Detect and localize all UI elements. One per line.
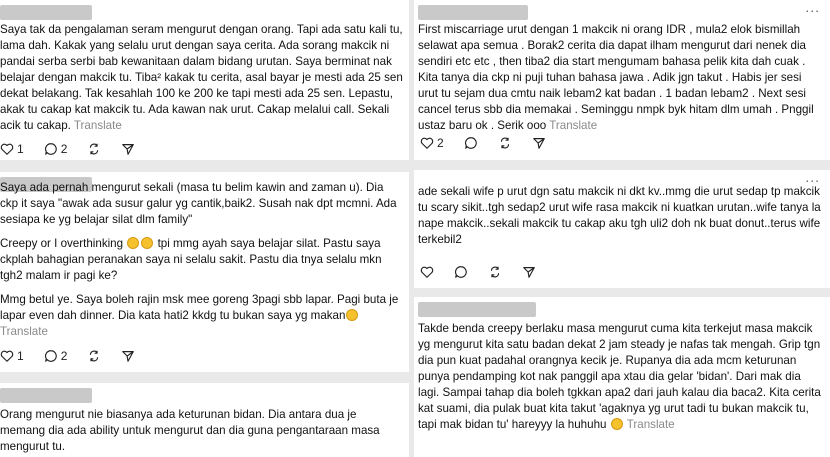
laughing-emoji-icon [346, 309, 359, 321]
comment-text: ade sekali wife p urut dgn satu makcik n… [418, 184, 822, 248]
comment-text: First miscarriage urut dengan 1 makcik n… [418, 22, 822, 134]
reply-count: 2 [60, 142, 68, 156]
repost-icon [500, 137, 509, 149]
comment-paragraph: Creepy or I overthinking tpi mmg ayah sa… [0, 237, 382, 282]
laughing-emoji-icon [610, 418, 623, 430]
repost-button[interactable] [498, 136, 512, 150]
repost-button[interactable] [488, 265, 502, 279]
comment-card: Orang mengurut nie biasanya ada keturuna… [0, 383, 409, 457]
comment-paragraph: Orang mengurut nie biasanya ada keturuna… [0, 408, 380, 453]
send-icon [523, 267, 535, 278]
like-button[interactable]: 1 [0, 142, 24, 156]
comment-paragraph: Saya ada pernah mengurut sekali (masa tu… [0, 181, 397, 226]
username-placeholder[interactable] [0, 5, 92, 20]
comment-card: Saya ada pernah mengurut sekali (masa tu… [0, 172, 409, 372]
reply-button[interactable]: 2 [44, 349, 68, 363]
translate-link[interactable]: Translate [549, 119, 597, 132]
username-placeholder[interactable] [0, 388, 92, 403]
reply-button[interactable] [454, 265, 468, 279]
translate-link[interactable]: Translate [627, 418, 675, 431]
share-button[interactable] [121, 349, 135, 363]
send-icon [532, 138, 545, 149]
comment-paragraph: First miscarriage urut dengan 1 makcik n… [418, 23, 814, 132]
comment-paragraph: ade sekali wife p urut dgn satu makcik n… [418, 185, 821, 246]
heart-icon [0, 143, 14, 155]
translate-link[interactable]: Translate [74, 119, 122, 132]
share-button[interactable] [121, 142, 135, 156]
comment-card: Saya tak da pengalaman seram mengurut de… [0, 0, 409, 160]
repost-icon [90, 143, 99, 155]
action-bar: 1 2 [0, 349, 155, 363]
comment-text: Saya tak da pengalaman seram mengurut de… [0, 22, 404, 134]
action-bar: 2 [420, 136, 566, 150]
comment-bubble-icon [44, 350, 57, 362]
repost-button[interactable] [87, 142, 101, 156]
dizzy-face-emoji-icon [127, 237, 140, 249]
username-placeholder[interactable] [418, 5, 528, 20]
like-count: 1 [17, 349, 24, 363]
send-icon [122, 351, 135, 362]
comment-bubble-icon [455, 266, 467, 278]
comment-paragraph: Takde benda creepy berlaku masa mengurut… [418, 322, 821, 431]
reply-count: 2 [60, 349, 68, 363]
more-dots-icon[interactable]: ... [805, 0, 820, 14]
comment-bubble-icon [44, 143, 57, 155]
comment-paragraph: Mmg betul ye. Saya boleh rajin msk mee g… [0, 293, 399, 338]
reply-button[interactable] [464, 136, 478, 150]
share-button[interactable] [532, 136, 546, 150]
comment-card: ... First miscarriage urut dengan 1 makc… [414, 0, 830, 160]
like-button[interactable] [420, 265, 434, 279]
heart-icon [0, 350, 14, 362]
repost-icon [490, 266, 500, 278]
comment-text: Orang mengurut nie biasanya ada keturuna… [0, 407, 404, 455]
action-bar [420, 265, 556, 279]
like-button[interactable]: 1 [0, 349, 24, 363]
heart-icon [420, 266, 434, 278]
heart-icon [420, 137, 434, 149]
more-dots-icon[interactable]: ... [805, 170, 820, 184]
comment-bubble-icon [464, 137, 477, 149]
share-button[interactable] [522, 265, 536, 279]
repost-icon [90, 350, 99, 362]
like-count: 2 [437, 136, 444, 150]
comment-paragraph: Saya tak da pengalaman seram mengurut de… [0, 23, 403, 132]
like-button[interactable]: 2 [420, 136, 444, 150]
comment-card: Takde benda creepy berlaku masa mengurut… [414, 297, 830, 457]
repost-button[interactable] [87, 349, 101, 363]
like-count: 1 [17, 142, 24, 156]
comment-text: Takde benda creepy berlaku masa mengurut… [418, 321, 824, 433]
action-bar: 1 2 [0, 142, 155, 156]
reply-button[interactable]: 2 [44, 142, 68, 156]
send-icon [122, 144, 135, 155]
comment-text: Saya ada pernah mengurut sekali (masa tu… [0, 180, 404, 340]
comment-card: ... ade sekali wife p urut dgn satu makc… [414, 170, 830, 288]
username-placeholder[interactable] [418, 302, 536, 317]
translate-link[interactable]: Translate [0, 325, 48, 338]
sweat-smile-emoji-icon [141, 237, 154, 249]
